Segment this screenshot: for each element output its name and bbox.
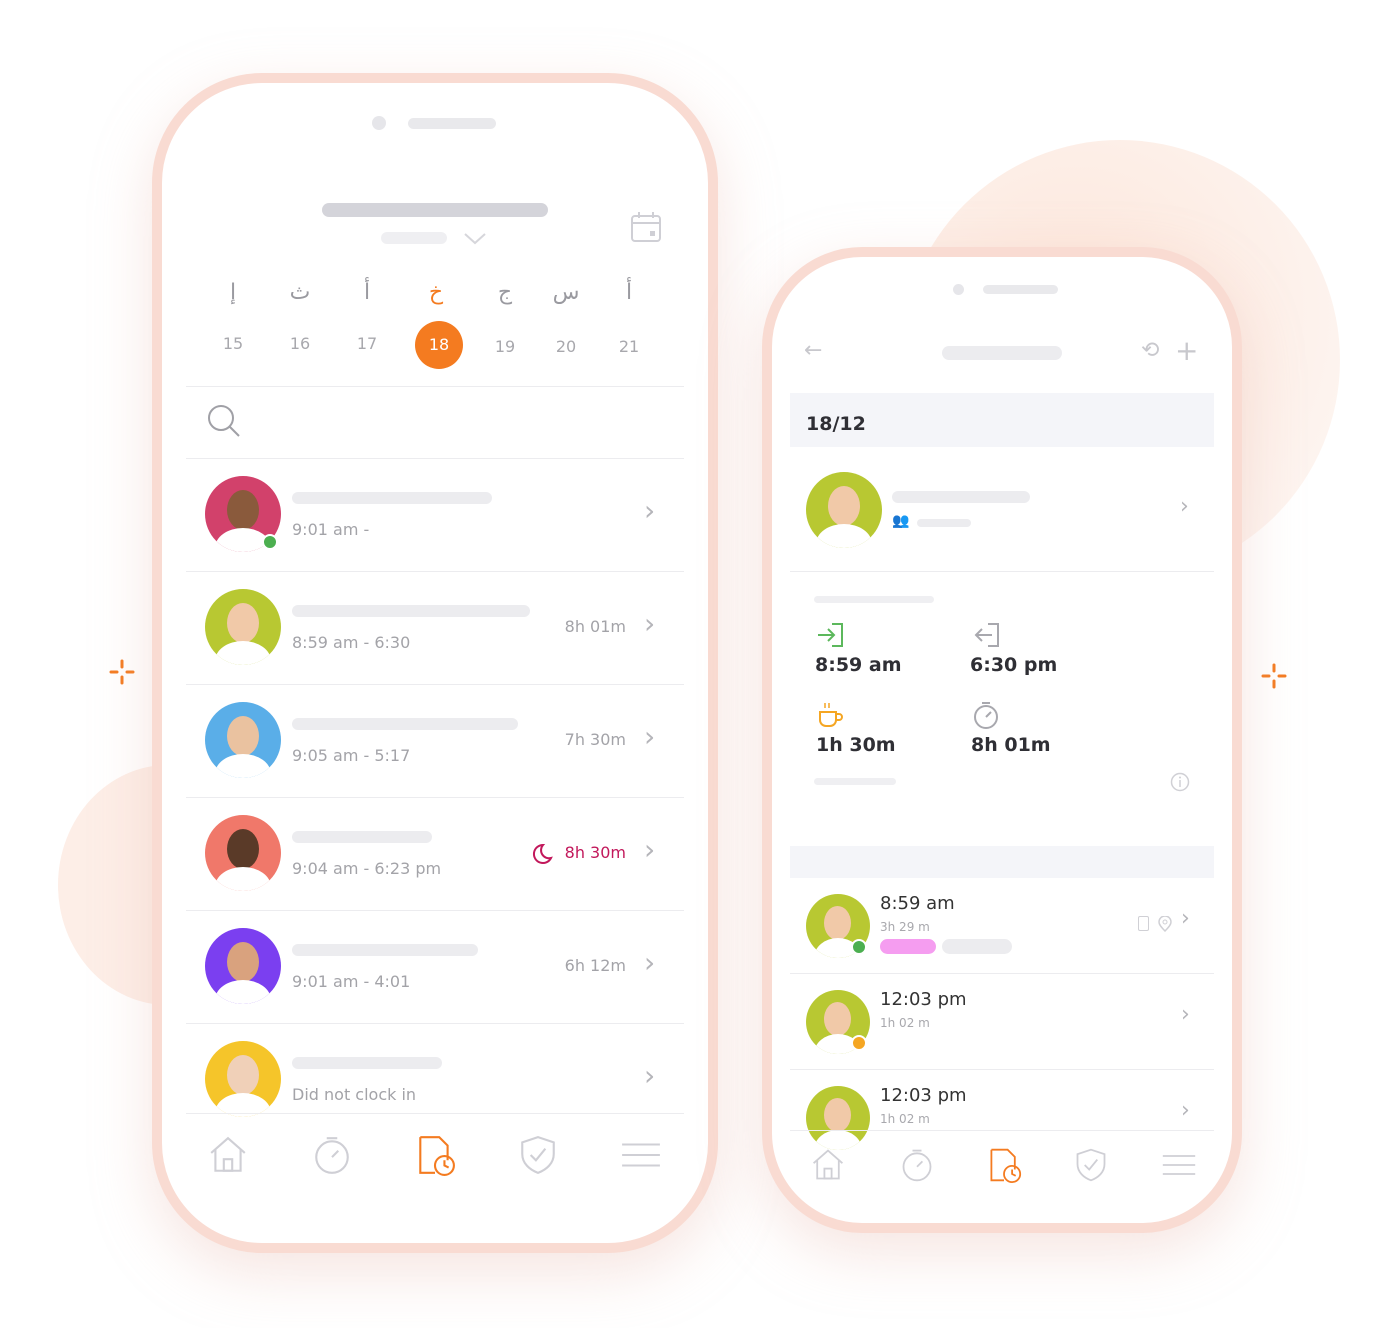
break-duration: 1h 30m: [816, 734, 896, 756]
entry-duration: 3h 29 m: [880, 920, 930, 934]
status-dot: [851, 939, 867, 955]
entry-time: 12:03 pm: [880, 989, 967, 1010]
chevron-right-icon[interactable]: ›: [1180, 494, 1189, 519]
home-icon[interactable]: [810, 1147, 846, 1187]
camera: [953, 284, 964, 295]
entry-time: 8:59 am: [880, 893, 955, 914]
info-icon[interactable]: [1170, 772, 1190, 792]
history-icon[interactable]: ⟲: [1141, 338, 1159, 363]
avatar: [806, 472, 882, 548]
group-placeholder: [917, 519, 971, 527]
name-placeholder: [892, 491, 1030, 503]
entry-duration: 1h 02 m: [880, 1016, 930, 1030]
menu-icon[interactable]: [1161, 1147, 1197, 1187]
chevron-right-icon[interactable]: ›: [1181, 1098, 1190, 1123]
title-placeholder: [942, 346, 1062, 360]
tag: [880, 939, 936, 954]
timesheet-icon[interactable]: [986, 1147, 1022, 1187]
coffee-break-icon: [819, 703, 843, 727]
location-icon: [1158, 916, 1172, 932]
label-placeholder: [814, 596, 934, 603]
back-arrow-icon[interactable]: ←: [804, 338, 822, 363]
group-icon: 👥: [892, 513, 910, 529]
stopwatch-icon: [974, 702, 998, 729]
add-icon[interactable]: +: [1175, 334, 1198, 367]
status-dot: [851, 1035, 867, 1051]
clock-out-icon: [974, 623, 999, 647]
date-label: 18/12: [806, 413, 866, 435]
total-duration: 8h 01m: [971, 734, 1051, 756]
stopwatch-icon[interactable]: [899, 1147, 935, 1187]
clock-in-icon: [818, 623, 843, 647]
label-placeholder: [814, 778, 896, 785]
entry-time: 12:03 pm: [880, 1085, 967, 1106]
chevron-right-icon[interactable]: ›: [1181, 906, 1190, 931]
tag: [942, 939, 1012, 954]
clock-in-time: 8:59 am: [815, 654, 902, 676]
avatar: [806, 1086, 870, 1150]
entry-duration: 1h 02 m: [880, 1112, 930, 1126]
shield-check-icon[interactable]: [1073, 1147, 1109, 1187]
speaker: [983, 285, 1058, 294]
clock-out-time: 6:30 pm: [970, 654, 1058, 676]
section-header: [790, 846, 1214, 878]
device-icon: [1138, 916, 1149, 931]
chevron-right-icon[interactable]: ›: [1181, 1002, 1190, 1027]
